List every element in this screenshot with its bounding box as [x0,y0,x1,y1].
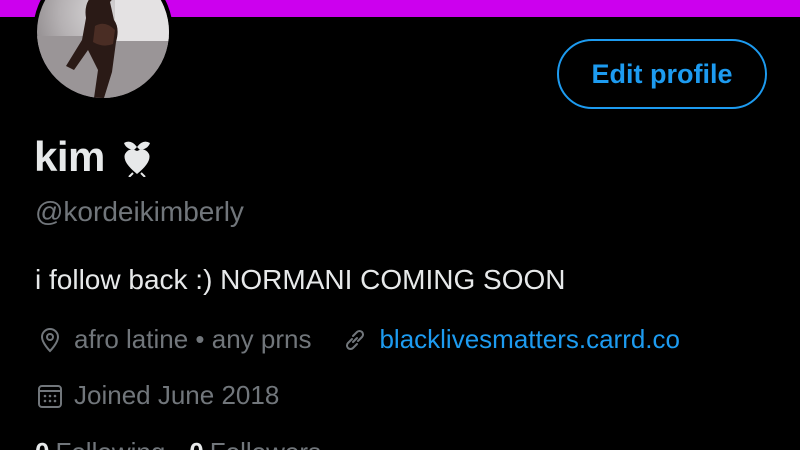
avatar[interactable] [33,0,173,102]
followers-link[interactable]: 0 Followers [189,437,321,450]
user-handle: @kordeikimberly [35,196,244,227]
avatar-image [37,0,169,98]
location-pin-icon [36,326,64,354]
profile-bio: i follow back :) NORMANI COMING SOON [35,264,566,295]
joined-date: Joined June 2018 [74,380,280,410]
followers-count: 0 [189,437,203,450]
followers-label: Followers [210,437,321,450]
following-link[interactable]: 0 Following [35,437,165,450]
calendar-icon [36,382,64,410]
link-icon [341,326,369,354]
edit-profile-button[interactable]: Edit profile [557,39,767,109]
following-label: Following [55,437,165,450]
profile-location: afro latine • any prns [74,324,312,354]
following-count: 0 [35,437,49,450]
avatar-photo [37,0,169,98]
joined-date-row: Joined June 2018 [36,380,279,411]
follow-stats-row: 0 Following 0 Followers [35,437,321,450]
profile-meta-row: afro latine • any prns blacklivesmatters… [36,324,680,355]
profile-website-link[interactable]: blacklivesmatters.carrd.co [379,324,680,355]
display-name-row: kim [34,133,155,181]
ribbon-heart-icon [119,137,155,178]
display-name: kim [34,133,105,180]
